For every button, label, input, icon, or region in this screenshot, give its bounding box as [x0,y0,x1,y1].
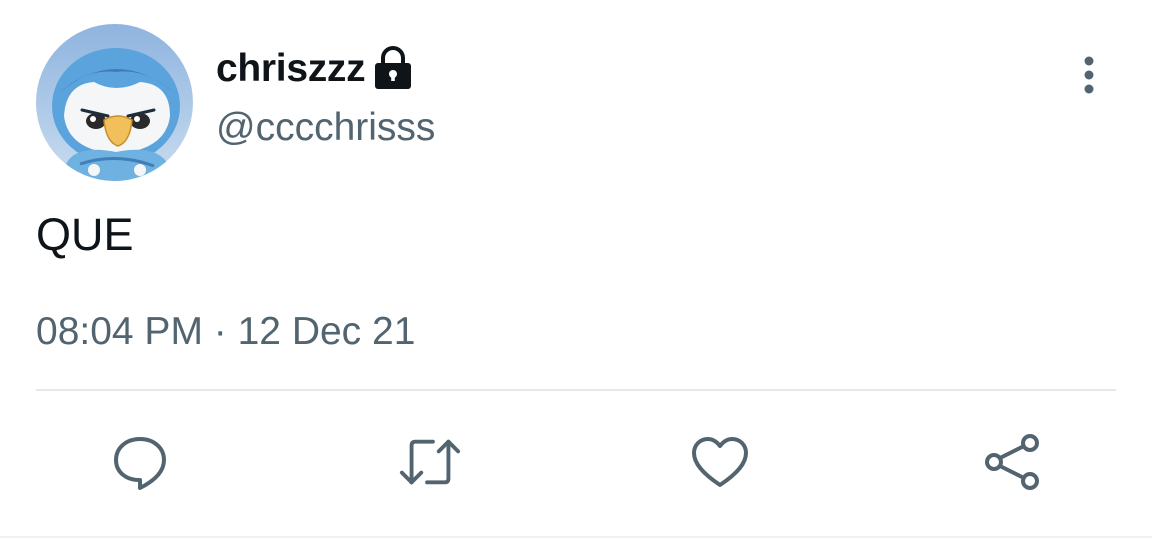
avatar[interactable] [36,24,193,181]
share-button[interactable] [980,430,1044,494]
lock-icon [373,46,413,90]
user-handle[interactable]: @cccchrisss [216,108,435,147]
retweet-icon [399,439,461,485]
like-button[interactable] [688,430,752,494]
more-vertical-icon [1084,56,1094,94]
retweet-button[interactable] [398,430,462,494]
heart-icon [692,437,748,487]
tweet-text: QUE [36,209,134,260]
author-name-row: chriszzz [216,40,413,96]
reply-button[interactable] [108,430,172,494]
share-icon [985,434,1039,490]
tweet-date: 12 Dec 21 [237,310,416,353]
tweet-timestamp[interactable]: 08:04 PM · 12 Dec 21 [36,312,415,351]
display-name[interactable]: chriszzz [216,49,366,88]
divider [36,389,1116,391]
reply-icon [114,437,166,490]
bottom-divider [0,536,1152,538]
piplup-avatar-image [36,24,193,181]
tweet-time: 08:04 PM [36,310,203,353]
more-options-button[interactable] [1066,50,1112,100]
timestamp-separator: · [202,310,238,353]
